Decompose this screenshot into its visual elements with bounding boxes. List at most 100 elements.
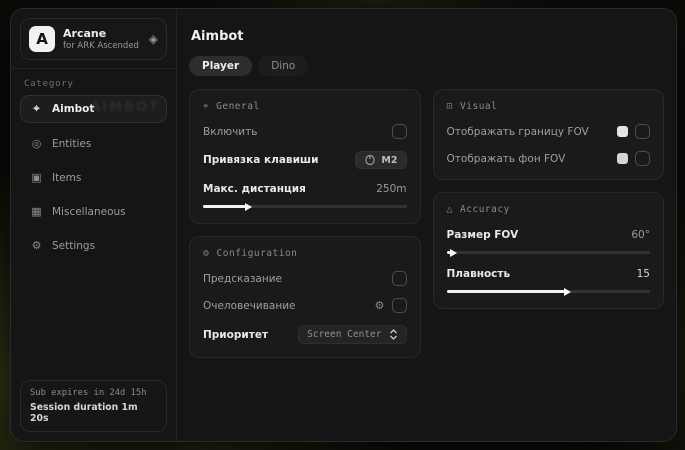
humanization-label: Очеловечивание <box>203 300 296 312</box>
panel-title: Configuration <box>217 248 298 259</box>
eye-icon: ⊡ <box>447 101 454 112</box>
sidebar-footer: Sub expires in 24d 15h Session duration … <box>11 372 176 441</box>
general-panel: ⌖ General Включить Привязка клавиши <box>189 89 421 224</box>
visual-panel: ⊡ Visual Отображать границу FOV Отобража… <box>433 89 665 180</box>
session-duration-text: Session duration 1m 20s <box>30 402 157 424</box>
fov-border-row: Отображать границу FOV <box>447 124 651 139</box>
prediction-row: Предсказание <box>203 271 407 286</box>
gear-icon: ⚙ <box>203 248 210 259</box>
accuracy-panel-header: △ Accuracy <box>447 204 651 215</box>
accuracy-panel: △ Accuracy Размер FOV 60° Плавность <box>433 192 665 309</box>
max-distance-label: Макс. дистанция <box>203 183 306 195</box>
category-label: Category <box>11 69 176 95</box>
fov-border-label: Отображать границу FOV <box>447 126 589 138</box>
grid-icon: ▦ <box>30 205 43 218</box>
max-distance-row: Макс. дистанция 250m <box>203 181 407 196</box>
priority-label: Приоритет <box>203 329 268 341</box>
enable-checkbox[interactable] <box>392 124 407 139</box>
aimbot-ghost-decoration: Aimbot <box>90 100 160 115</box>
fov-bg-row: Отображать фон FOV <box>447 151 651 166</box>
page-title: Aimbot <box>191 29 664 44</box>
fov-border-checkbox[interactable] <box>635 124 650 139</box>
max-distance-slider[interactable] <box>203 205 407 208</box>
main-content: Aimbot Player Dino ⌖ General Включить <box>177 9 676 441</box>
right-column: ⊡ Visual Отображать границу FOV Отобража… <box>433 89 665 309</box>
triangle-icon: △ <box>447 204 454 215</box>
visual-panel-header: ⊡ Visual <box>447 101 651 112</box>
tab-dino[interactable]: Dino <box>258 56 308 76</box>
general-panel-header: ⌖ General <box>203 101 407 112</box>
sidebar-item-label: Aimbot <box>52 103 94 115</box>
fov-size-label: Размер FOV <box>447 229 519 241</box>
sidebar-item-label: Items <box>52 172 81 184</box>
sidebar: A Arcane for ARK Ascended ◈ Category ⌖ A… <box>11 9 177 441</box>
smoothness-value: 15 <box>637 268 650 280</box>
priority-dropdown[interactable]: Screen Center <box>298 325 406 344</box>
tab-bar: Player Dino <box>189 56 664 76</box>
enable-row: Включить <box>203 124 407 139</box>
app-logo: A <box>29 26 55 52</box>
chevron-up-down-icon <box>389 329 398 340</box>
enable-label: Включить <box>203 126 257 138</box>
smoothness-slider[interactable] <box>447 290 651 293</box>
sidebar-item-settings[interactable]: ⚙ Settings <box>20 232 167 259</box>
panel-title: Visual <box>460 101 497 112</box>
sidebar-menu: ⌖ Aimbot Aimbot ◎ Entities ▣ Items ▦ Mis… <box>11 95 176 259</box>
left-column: ⌖ General Включить Привязка клавиши <box>189 89 421 358</box>
keybind-row: Привязка клавиши M2 <box>203 151 407 169</box>
keybind-button[interactable]: M2 <box>355 151 406 169</box>
configuration-panel: ⚙ Configuration Предсказание Очеловечива… <box>189 236 421 358</box>
humanization-settings-icon[interactable]: ⚙ <box>375 299 385 312</box>
sidebar-item-aimbot[interactable]: ⌖ Aimbot Aimbot <box>20 95 167 123</box>
keybind-value: M2 <box>381 155 397 166</box>
priority-value: Screen Center <box>307 329 381 340</box>
sidebar-item-entities[interactable]: ◎ Entities <box>20 130 167 157</box>
gear-icon: ⚙ <box>30 239 43 252</box>
smoothness-label: Плавность <box>447 268 511 280</box>
panel-title: General <box>216 101 260 112</box>
sidebar-item-label: Entities <box>52 138 91 150</box>
app-header-card: A Arcane for ARK Ascended ◈ <box>20 18 167 60</box>
fov-bg-color-swatch[interactable] <box>617 153 628 164</box>
slider-fill <box>447 251 451 254</box>
humanization-row: Очеловечивание ⚙ <box>203 298 407 313</box>
subscription-card: Sub expires in 24d 15h Session duration … <box>20 380 167 432</box>
prediction-checkbox[interactable] <box>392 271 407 286</box>
crosshair-icon: ⌖ <box>30 102 43 116</box>
app-window: A Arcane for ARK Ascended ◈ Category ⌖ A… <box>10 8 677 442</box>
sidebar-item-items[interactable]: ▣ Items <box>20 164 167 191</box>
box-icon: ▣ <box>30 171 43 184</box>
app-title-block: Arcane for ARK Ascended <box>63 27 141 51</box>
fov-bg-label: Отображать фон FOV <box>447 153 566 165</box>
fov-size-value: 60° <box>631 229 650 241</box>
sidebar-item-label: Miscellaneous <box>52 206 126 218</box>
slider-thumb[interactable] <box>450 249 457 257</box>
fov-size-slider[interactable] <box>447 251 651 254</box>
panel-title: Accuracy <box>460 204 510 215</box>
slider-fill <box>203 205 246 208</box>
fov-bg-checkbox[interactable] <box>635 151 650 166</box>
scan-icon: ◎ <box>30 137 43 150</box>
sidebar-item-miscellaneous[interactable]: ▦ Miscellaneous <box>20 198 167 225</box>
humanization-checkbox[interactable] <box>392 298 407 313</box>
sub-expires-text: Sub expires in 24d 15h <box>30 388 157 398</box>
fov-size-row: Размер FOV 60° <box>447 227 651 242</box>
crosshair-icon: ⌖ <box>203 101 209 112</box>
prediction-label: Предсказание <box>203 273 282 285</box>
configuration-panel-header: ⚙ Configuration <box>203 248 407 259</box>
slider-thumb[interactable] <box>245 203 252 211</box>
slider-thumb[interactable] <box>564 288 571 296</box>
tab-player[interactable]: Player <box>189 56 252 76</box>
keybind-label: Привязка клавиши <box>203 154 318 166</box>
slider-fill <box>447 290 565 293</box>
compass-icon[interactable]: ◈ <box>149 32 158 46</box>
smoothness-row: Плавность 15 <box>447 266 651 281</box>
app-subtitle: for ARK Ascended <box>63 41 141 52</box>
sidebar-item-label: Settings <box>52 240 95 252</box>
max-distance-value: 250m <box>376 183 406 195</box>
mouse-icon <box>364 154 376 166</box>
fov-border-color-swatch[interactable] <box>617 126 628 137</box>
panel-grid: ⌖ General Включить Привязка клавиши <box>189 89 664 358</box>
sidebar-header: A Arcane for ARK Ascended ◈ <box>11 9 176 69</box>
priority-row: Приоритет Screen Center <box>203 325 407 344</box>
